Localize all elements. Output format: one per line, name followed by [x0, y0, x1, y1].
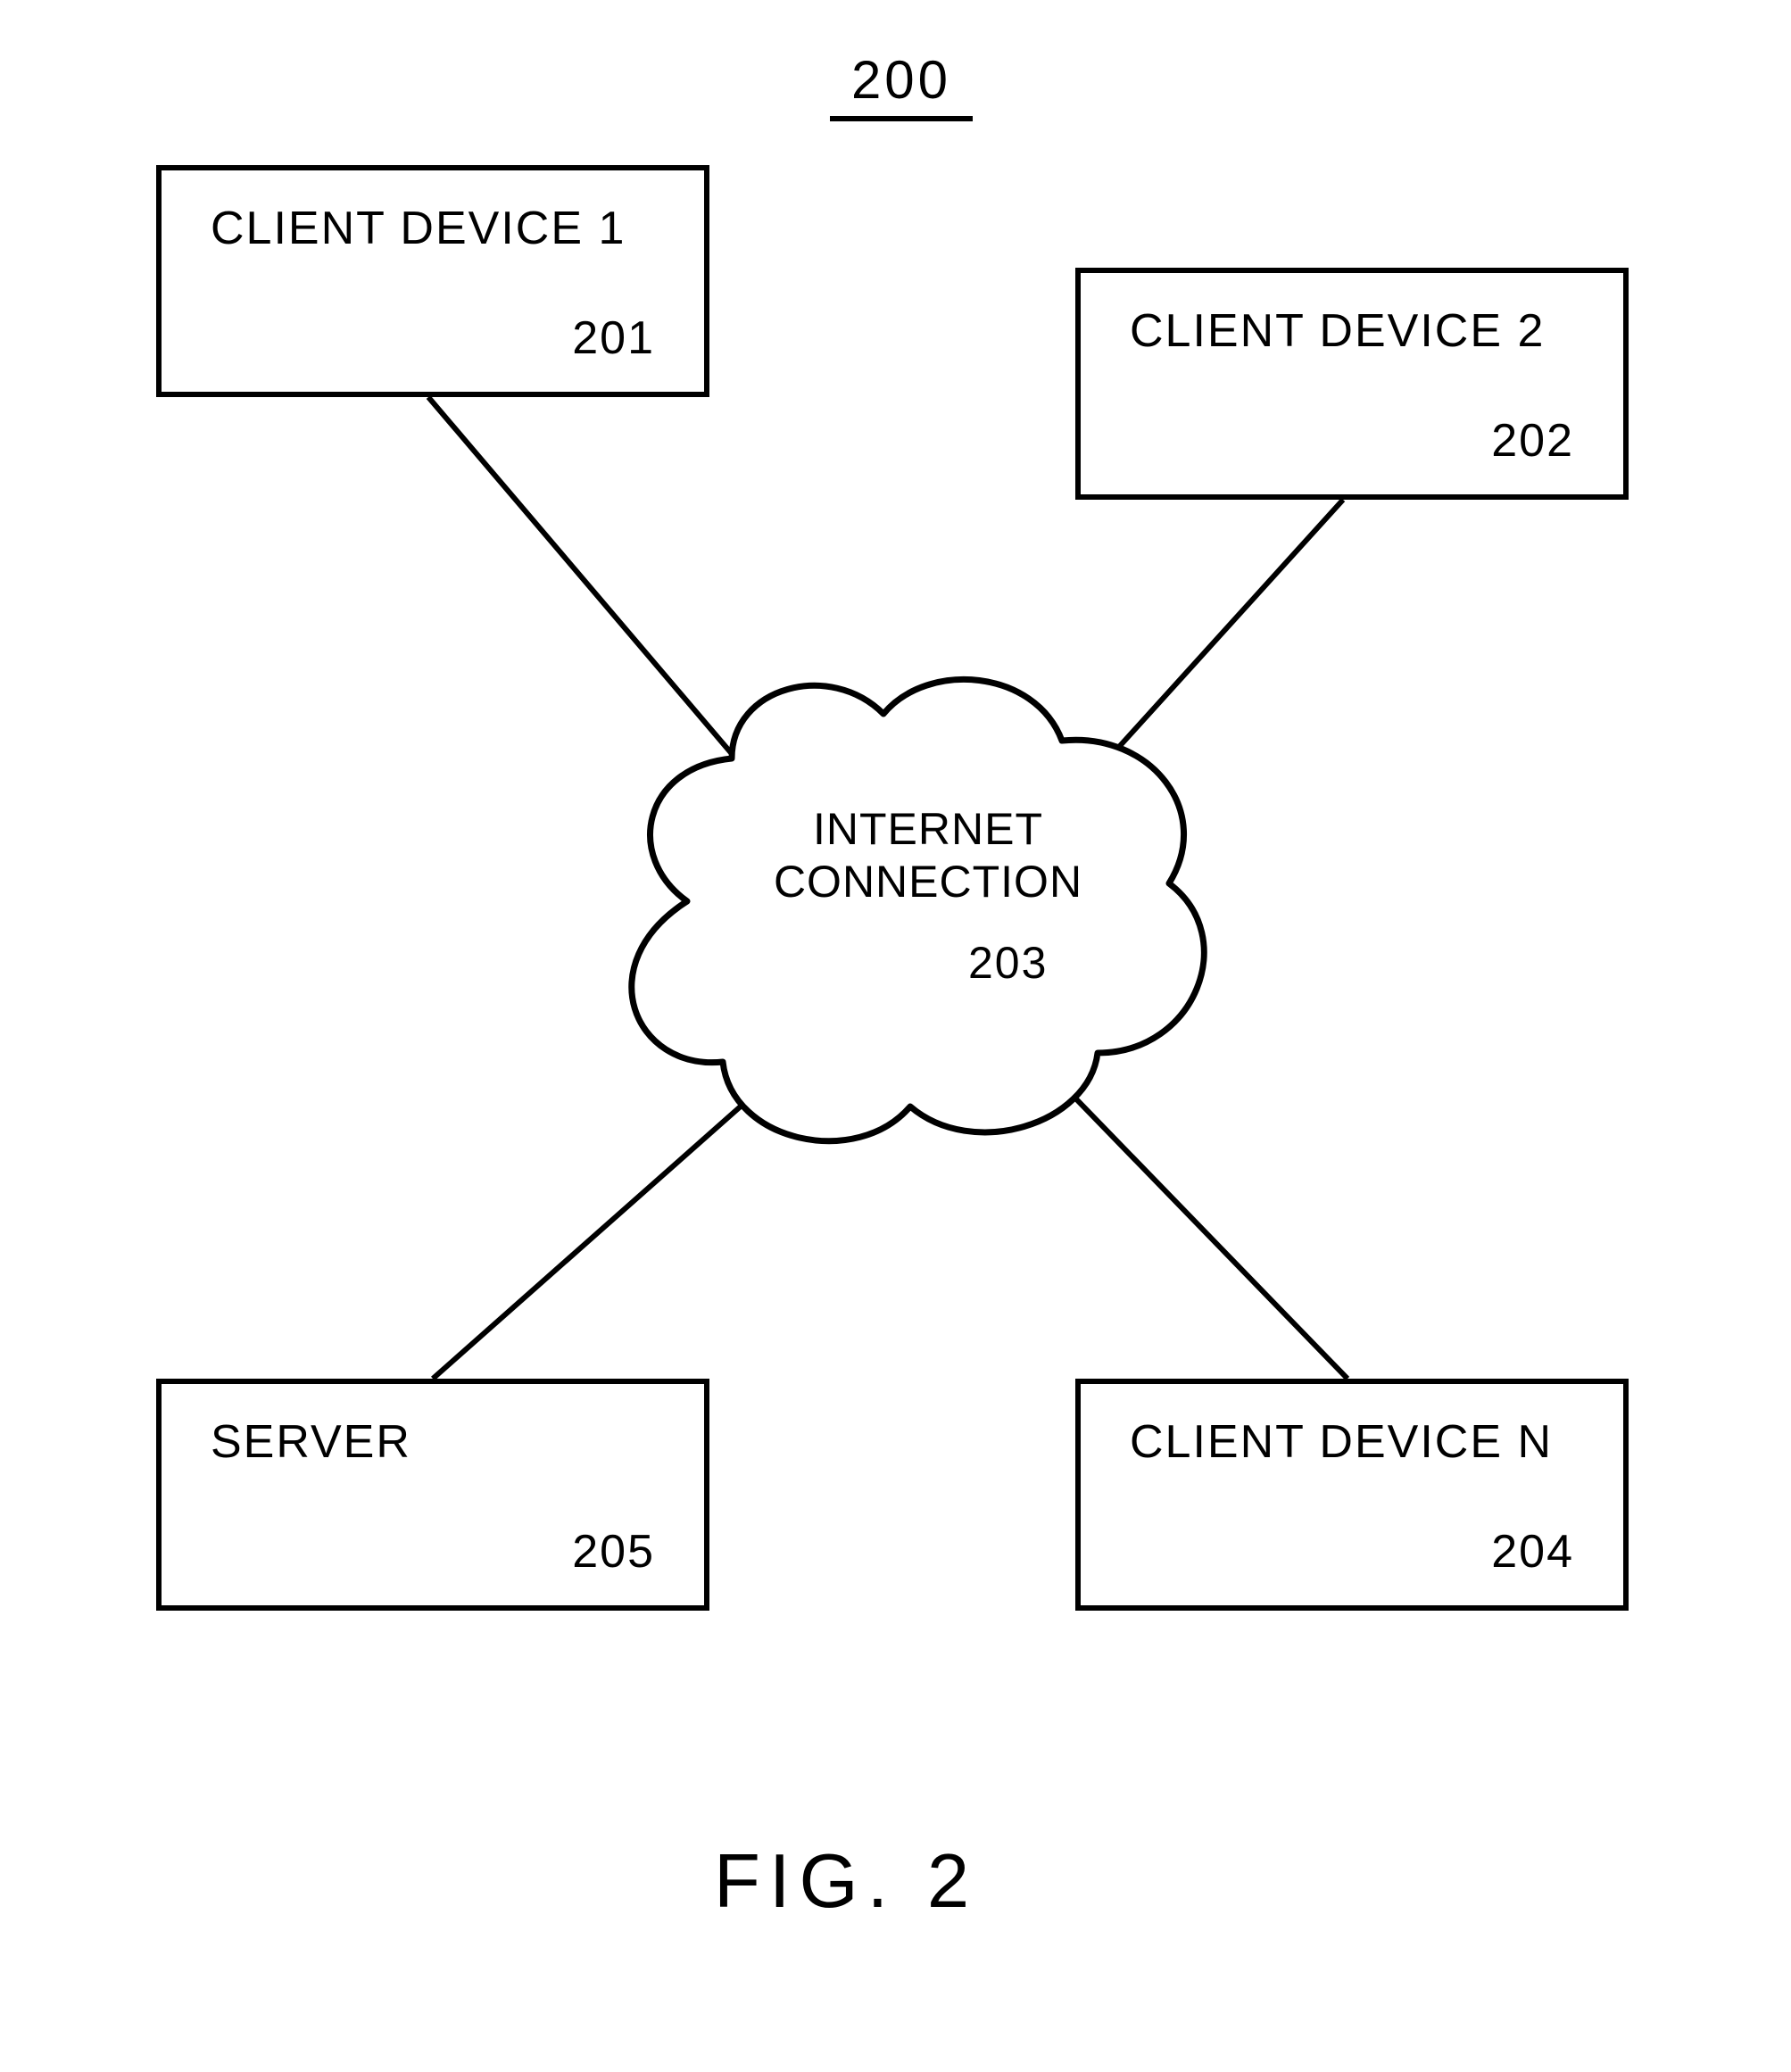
node-client1-ref: 201: [572, 311, 655, 365]
figure-number-underline: [830, 116, 973, 121]
cloud-label-line2: CONNECTION: [774, 857, 1082, 907]
figure-number: 200: [830, 49, 973, 121]
cloud-ref: 203: [968, 937, 1048, 989]
node-client2-ref: 202: [1491, 414, 1574, 468]
cloud-label: INTERNET CONNECTION: [767, 803, 1089, 908]
node-clientn-label: CLIENT DEVICE N: [1130, 1415, 1553, 1469]
node-server: SERVER 205: [156, 1379, 709, 1611]
diagram-stage: 200 INTERNET CONNECTION 203 CLIENT DEVIC…: [0, 0, 1791, 2072]
node-client2: CLIENT DEVICE 2 202: [1075, 268, 1629, 500]
node-clientn: CLIENT DEVICE N 204: [1075, 1379, 1629, 1611]
node-client2-label: CLIENT DEVICE 2: [1130, 304, 1545, 358]
node-client1-label: CLIENT DEVICE 1: [211, 202, 626, 255]
node-server-ref: 205: [572, 1525, 655, 1579]
node-server-label: SERVER: [211, 1415, 411, 1469]
figure-caption: FIG. 2: [714, 1838, 978, 1926]
node-clientn-ref: 204: [1491, 1525, 1574, 1579]
node-client1: CLIENT DEVICE 1 201: [156, 165, 709, 397]
figure-number-text: 200: [851, 50, 951, 110]
cloud-label-line1: INTERNET: [813, 804, 1043, 854]
